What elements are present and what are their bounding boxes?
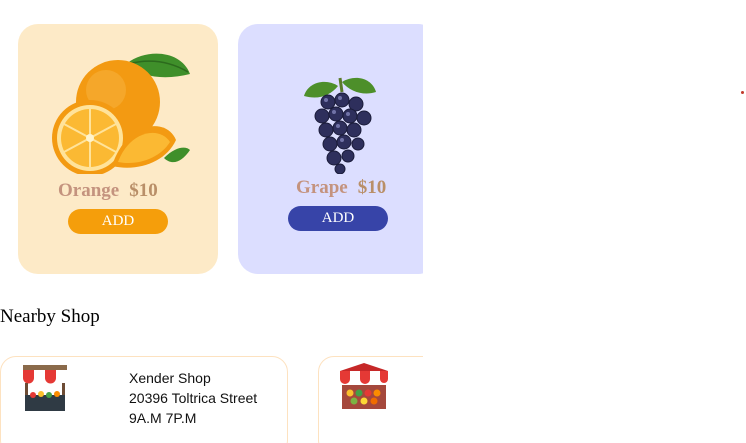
shop-info: Xender Shop 20396 Toltrica Street 9A.M 7… <box>129 368 257 428</box>
shop-stall-icon <box>23 365 67 411</box>
product-price-orange: $10 <box>129 180 158 201</box>
content-viewport: Orange $10 ADD Grape $10 ADD Nearby Shop… <box>0 0 423 443</box>
shop-address: 20396 Toltrica Street <box>129 390 258 406</box>
product-name-orange: Orange $10 <box>58 180 158 201</box>
shop-card[interactable]: Xender Shop 20396 Toltrica Street 9A.M 7… <box>0 356 288 443</box>
product-name-grape: Grape $10 <box>296 177 387 198</box>
indicator-dot <box>741 91 744 94</box>
grape-icon <box>304 77 376 174</box>
add-grape-button[interactable]: ADD <box>288 206 388 231</box>
add-orange-button[interactable]: ADD <box>68 209 168 234</box>
product-price-grape: $10 <box>357 177 387 198</box>
shop-stall-icon <box>340 363 388 409</box>
shop-name: Xender Shop <box>129 370 211 386</box>
shop-card[interactable] <box>318 356 423 443</box>
orange-icon <box>52 53 190 174</box>
nearby-shop-title: Nearby Shop <box>0 306 100 327</box>
product-card-grape[interactable]: Grape $10 ADD <box>238 24 423 274</box>
shop-hours: 9A.M 7P.M <box>129 410 197 426</box>
product-card-orange[interactable]: Orange $10 ADD <box>18 24 218 274</box>
